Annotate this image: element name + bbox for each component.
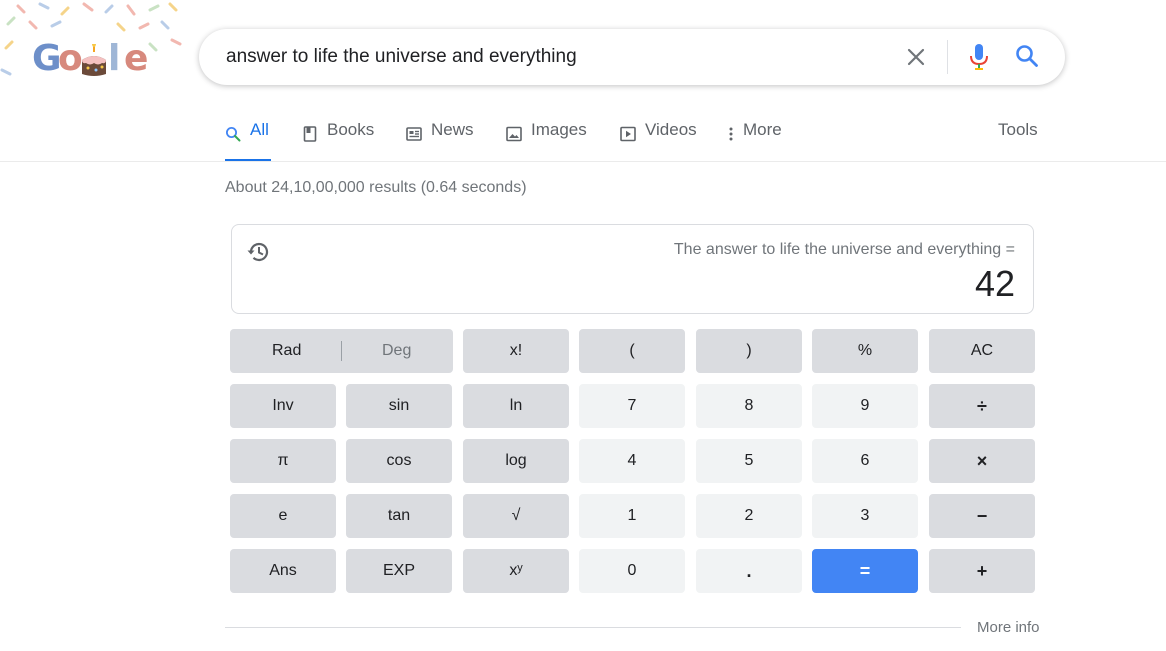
inverse-button[interactable]: Inv bbox=[230, 384, 336, 428]
tab-news[interactable]: News bbox=[406, 120, 474, 162]
factorial-button[interactable]: x! bbox=[463, 329, 569, 373]
result-stats: About 24,10,00,000 results (0.64 seconds… bbox=[225, 179, 527, 196]
exp-button[interactable]: EXP bbox=[346, 549, 452, 593]
calculator-result: 42 bbox=[974, 263, 1015, 304]
divide-button[interactable]: ÷ bbox=[929, 384, 1035, 428]
tab-more[interactable]: More bbox=[728, 120, 782, 162]
digit-4-button[interactable]: 4 bbox=[579, 439, 685, 483]
open-paren-button[interactable]: ( bbox=[579, 329, 685, 373]
digit-9-button[interactable]: 9 bbox=[812, 384, 918, 428]
history-icon[interactable] bbox=[246, 239, 272, 265]
equals-button[interactable]: = bbox=[812, 549, 918, 593]
pi-button[interactable]: π bbox=[230, 439, 336, 483]
close-icon[interactable] bbox=[904, 45, 928, 69]
more-vertical-icon bbox=[729, 127, 733, 141]
tab-videos[interactable]: Videos bbox=[620, 120, 697, 162]
tabs-divider bbox=[0, 161, 1166, 162]
play-icon bbox=[620, 126, 636, 142]
book-icon bbox=[303, 126, 317, 142]
search-divider bbox=[947, 40, 948, 74]
answer-button[interactable]: Ans bbox=[230, 549, 336, 593]
deg-button[interactable]: Deg bbox=[382, 342, 411, 360]
digit-5-button[interactable]: 5 bbox=[696, 439, 802, 483]
newspaper-icon bbox=[406, 127, 422, 141]
digit-6-button[interactable]: 6 bbox=[812, 439, 918, 483]
digit-1-button[interactable]: 1 bbox=[579, 494, 685, 538]
search-input[interactable]: answer to life the universe and everythi… bbox=[226, 46, 577, 68]
digit-8-button[interactable]: 8 bbox=[696, 384, 802, 428]
multiply-button[interactable]: × bbox=[929, 439, 1035, 483]
plus-button[interactable]: + bbox=[929, 549, 1035, 593]
cos-button[interactable]: cos bbox=[346, 439, 452, 483]
digit-3-button[interactable]: 3 bbox=[812, 494, 918, 538]
euler-button[interactable]: e bbox=[230, 494, 336, 538]
calculator-display: The answer to life the universe and ever… bbox=[231, 224, 1034, 314]
rad-deg-toggle[interactable]: Rad Deg bbox=[230, 329, 453, 373]
tab-books[interactable]: Books bbox=[302, 120, 374, 162]
search-tabs: All Books News Images Videos More Tools bbox=[225, 120, 1040, 162]
digit-2-button[interactable]: 2 bbox=[696, 494, 802, 538]
ln-button[interactable]: ln bbox=[463, 384, 569, 428]
rad-deg-separator bbox=[341, 341, 342, 361]
sqrt-button[interactable]: √ bbox=[463, 494, 569, 538]
minus-button[interactable]: − bbox=[929, 494, 1035, 538]
calculator-expression: The answer to life the universe and ever… bbox=[673, 241, 1015, 258]
all-clear-button[interactable]: AC bbox=[929, 329, 1035, 373]
digit-7-button[interactable]: 7 bbox=[579, 384, 685, 428]
search-icon bbox=[226, 127, 241, 142]
tab-all[interactable]: All bbox=[225, 120, 271, 162]
google-logo[interactable]: G o l e bbox=[32, 38, 148, 82]
tools-button[interactable]: Tools bbox=[998, 120, 1038, 162]
percent-button[interactable]: % bbox=[812, 329, 918, 373]
log-button[interactable]: log bbox=[463, 439, 569, 483]
image-icon bbox=[506, 126, 522, 142]
search-icon[interactable] bbox=[1014, 43, 1040, 69]
birthday-cake-icon bbox=[82, 44, 106, 76]
power-button[interactable]: xʸ bbox=[463, 549, 569, 593]
decimal-point-button[interactable]: . bbox=[696, 549, 802, 593]
close-paren-button[interactable]: ) bbox=[696, 329, 802, 373]
sin-button[interactable]: sin bbox=[346, 384, 452, 428]
search-bar[interactable]: answer to life the universe and everythi… bbox=[199, 29, 1065, 85]
tan-button[interactable]: tan bbox=[346, 494, 452, 538]
more-info-link[interactable]: More info bbox=[977, 619, 1040, 636]
rad-button[interactable]: Rad bbox=[272, 342, 301, 360]
digit-0-button[interactable]: 0 bbox=[579, 549, 685, 593]
more-info-divider bbox=[225, 627, 961, 628]
microphone-icon[interactable] bbox=[967, 43, 991, 71]
tab-images[interactable]: Images bbox=[506, 120, 587, 162]
